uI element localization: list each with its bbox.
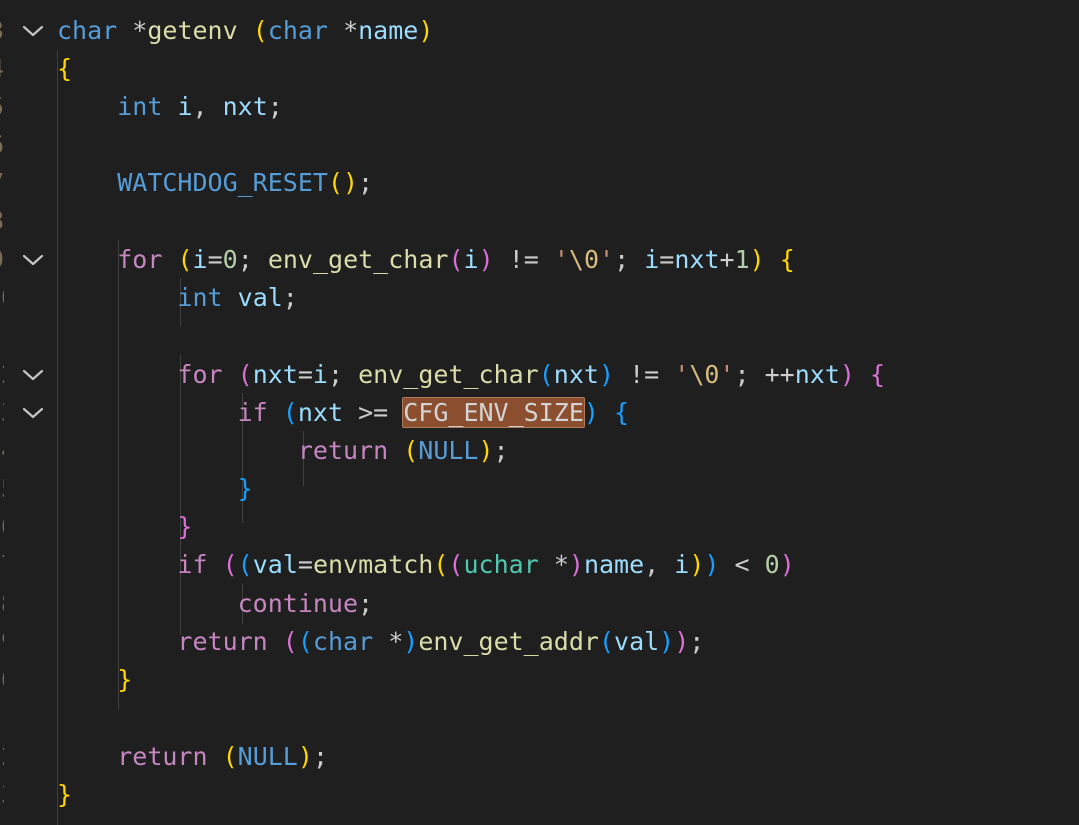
fold-toggle[interactable] xyxy=(19,394,47,432)
code-line[interactable]: for (nxt=i; env_get_char(nxt) != '\0'; +… xyxy=(0,356,1079,394)
code-line-text: if ((val=envmatch((uchar *)name, i)) < 0… xyxy=(177,550,795,579)
code-line[interactable]: return ((char *)env_get_addr(val)); xyxy=(0,623,1079,661)
code-line[interactable]: return (NULL); xyxy=(0,738,1079,776)
line-number: 13 xyxy=(0,394,4,432)
line-number: 21 xyxy=(0,699,4,737)
line-number: 12 xyxy=(0,356,4,394)
fold-toggle[interactable] xyxy=(19,12,47,50)
code-line[interactable]: } xyxy=(0,470,1079,508)
line-number: 14 xyxy=(0,432,4,470)
code-line-text: } xyxy=(237,474,253,503)
code-line-text: for (i=0; env_get_char(i) != '\0'; i=nxt… xyxy=(117,245,795,274)
chevron-down-icon xyxy=(19,253,47,267)
line-number: 7 xyxy=(0,164,4,202)
line-number: 4 xyxy=(0,50,4,88)
line-number: 5 xyxy=(0,88,4,126)
code-line[interactable]: char *getenv (char *name) xyxy=(0,12,1079,50)
code-line[interactable]: continue; xyxy=(0,585,1079,623)
code-line-text: WATCHDOG_RESET(); xyxy=(117,168,374,197)
code-line[interactable] xyxy=(0,317,1079,355)
line-number: 20 xyxy=(0,661,4,699)
chevron-down-icon xyxy=(19,406,47,420)
code-line-text: if (nxt >= CFG_ENV_SIZE) { xyxy=(237,397,630,428)
line-number: 10 xyxy=(0,279,4,317)
code-line-text: continue; xyxy=(237,589,374,618)
code-line-text: } xyxy=(117,665,133,694)
code-line[interactable]: WATCHDOG_RESET(); xyxy=(0,164,1079,202)
chevron-down-icon xyxy=(19,368,47,382)
code-line-text: char *getenv (char *name) xyxy=(57,16,434,45)
line-number: 11 xyxy=(0,317,4,355)
fold-toggle[interactable] xyxy=(19,356,47,394)
code-editor[interactable]: char *getenv (char *name) { int i, nxt; … xyxy=(0,0,1079,825)
line-number: 18 xyxy=(0,585,4,623)
code-line[interactable]: for (i=0; env_get_char(i) != '\0'; i=nxt… xyxy=(0,241,1079,279)
code-line-text: { xyxy=(57,54,73,83)
code-line[interactable] xyxy=(0,202,1079,240)
code-line-text: return (NULL); xyxy=(297,436,509,465)
line-number: 19 xyxy=(0,623,4,661)
code-line[interactable]: } xyxy=(0,508,1079,546)
code-line[interactable]: } xyxy=(0,661,1079,699)
line-number: 23 xyxy=(0,776,4,814)
line-number: 17 xyxy=(0,546,4,584)
fold-toggle[interactable] xyxy=(19,241,47,279)
code-line[interactable]: } xyxy=(0,776,1079,814)
code-line[interactable]: return (NULL); xyxy=(0,432,1079,470)
code-line[interactable]: int val; xyxy=(0,279,1079,317)
code-line[interactable]: { xyxy=(0,50,1079,88)
code-line-text: return (NULL); xyxy=(117,742,328,771)
code-line-text: return ((char *)env_get_addr(val)); xyxy=(177,627,705,656)
line-number: 9 xyxy=(0,241,4,279)
code-line[interactable] xyxy=(0,126,1079,164)
code-line-text: } xyxy=(57,780,73,809)
code-line-text: int i, nxt; xyxy=(117,92,283,121)
line-number: 3 xyxy=(0,12,4,50)
line-number: 8 xyxy=(0,202,4,240)
editor-gutter[interactable]: 3 4 5 6 7 8 9 10 11 12 13 14 15 16 17 18… xyxy=(0,0,50,825)
code-line-text: int val; xyxy=(177,283,298,312)
code-content[interactable]: char *getenv (char *name) { int i, nxt; … xyxy=(0,0,1079,825)
line-number: 22 xyxy=(0,738,4,776)
chevron-down-icon xyxy=(19,24,47,38)
code-line[interactable]: int i, nxt; xyxy=(0,88,1079,126)
code-line[interactable]: if ((val=envmatch((uchar *)name, i)) < 0… xyxy=(0,546,1079,584)
selection-highlight[interactable]: CFG_ENV_SIZE xyxy=(402,397,585,428)
line-number: 16 xyxy=(0,508,4,546)
line-number: 15 xyxy=(0,470,4,508)
code-line[interactable]: if (nxt >= CFG_ENV_SIZE) { xyxy=(0,394,1079,432)
code-line[interactable] xyxy=(0,699,1079,737)
line-number: 6 xyxy=(0,126,4,164)
code-line-text: for (nxt=i; env_get_char(nxt) != '\0'; +… xyxy=(177,360,886,389)
code-line-text: } xyxy=(177,512,193,541)
